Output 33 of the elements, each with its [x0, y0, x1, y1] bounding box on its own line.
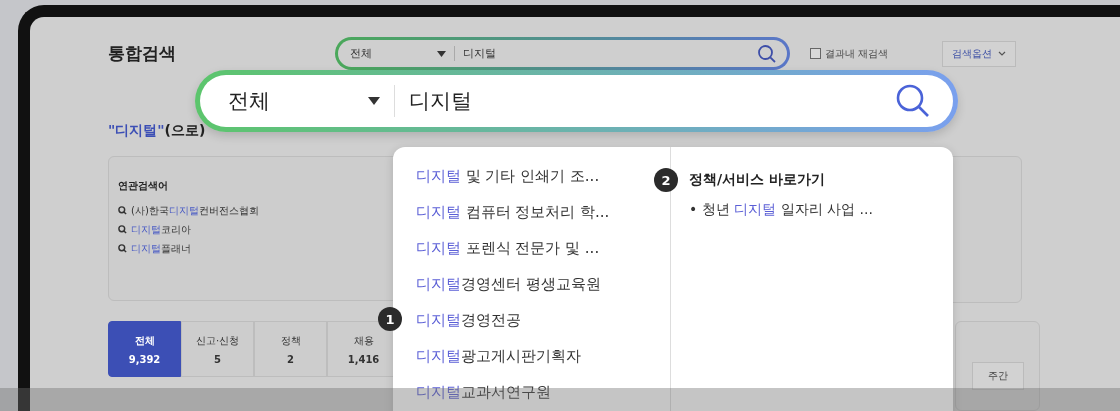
step-badge: 1	[378, 307, 402, 331]
page-title: 통합검색	[108, 42, 177, 65]
step-badge: 2	[654, 168, 678, 192]
search-icon[interactable]	[895, 83, 931, 119]
search-icon	[118, 244, 127, 253]
search-options-button[interactable]: 검색옵션	[942, 40, 1017, 67]
refine-checkbox[interactable]: 결과내 재검색	[810, 46, 889, 61]
suggestion-item[interactable]: 디지털경영센터 평생교육원	[411, 275, 601, 311]
category-tab[interactable]: 전체 9,392	[108, 321, 181, 377]
suggestion-item[interactable]: 디지털 및 기타 인쇄기 조...	[411, 167, 600, 203]
caret-icon	[437, 50, 446, 57]
category-tab[interactable]: 정책 2	[254, 321, 327, 377]
caret-icon	[368, 97, 380, 105]
suggestion-item[interactable]: 디지털 컴퓨터 정보처리 학...	[411, 203, 610, 239]
search-icon	[118, 225, 127, 234]
suggestion-item[interactable]: 디지털교과서연구원	[411, 383, 551, 411]
search-value: 디지털	[463, 46, 497, 61]
category-select[interactable]: 전체	[350, 46, 455, 61]
card-title: 연관검색어	[118, 179, 168, 193]
category-tab[interactable]: 신고·신청 5	[181, 321, 254, 377]
shortcut-link[interactable]: • 청년 디지털 일자리 사업 ...	[689, 201, 953, 219]
period-button[interactable]: 주간	[971, 362, 1024, 390]
related-search-link[interactable]: 디지털코리아	[131, 222, 191, 237]
search-icon[interactable]	[757, 43, 777, 64]
chevron-icon	[998, 51, 1007, 56]
suggestion-item[interactable]: 디지털 포렌식 전문가 및 ...	[411, 239, 600, 275]
related-search-link[interactable]: (사)한국디지털컨버전스협회	[131, 203, 259, 218]
related-search-link[interactable]: 디지털플래너	[131, 241, 191, 256]
search-icon	[118, 206, 127, 215]
suggestion-item[interactable]: 디지털광고게시판기획자	[411, 347, 581, 383]
search-value: 디지털	[409, 88, 473, 115]
section-title: 정책/서비스 바로가기	[689, 171, 825, 189]
category-select[interactable]: 전체	[228, 85, 395, 117]
